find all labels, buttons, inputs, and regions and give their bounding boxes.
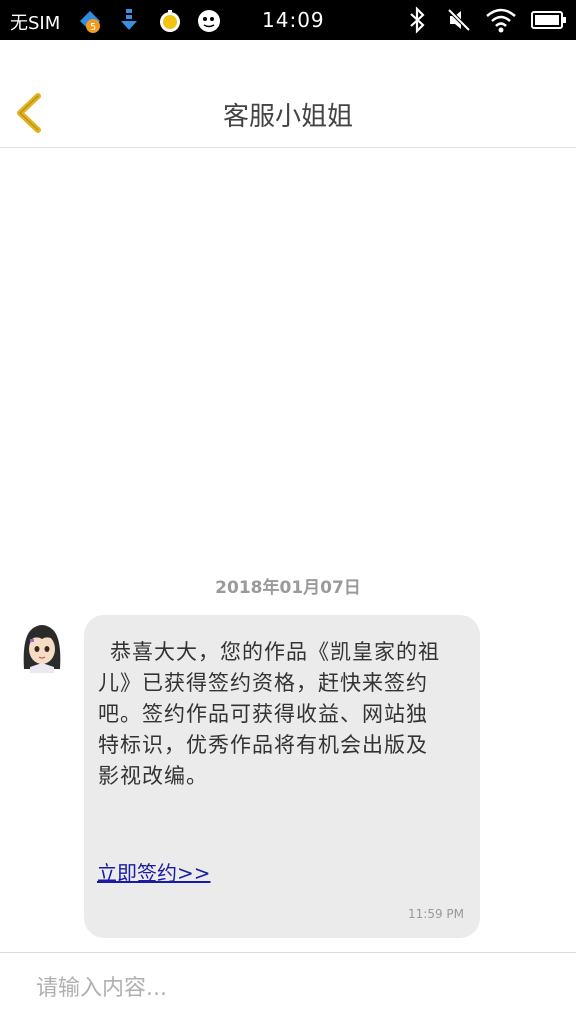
- sign-contract-link[interactable]: 立即签约>>: [97, 857, 211, 886]
- battery-icon: [530, 6, 568, 34]
- status-bar: 无SIM 5 14:09: [0, 0, 576, 40]
- wifi-icon: [484, 6, 516, 34]
- face-icon: [196, 7, 222, 33]
- page-title: 客服小姐姐: [222, 102, 353, 132]
- date-divider: 2018年01月07日: [215, 578, 361, 598]
- chat-header: 客服小姐姐: [0, 40, 576, 148]
- svg-text:5: 5: [90, 22, 96, 33]
- message-timestamp: 11:59 PM: [408, 907, 464, 921]
- emoji-bulb-icon: [156, 7, 182, 33]
- status-time: 14:09: [262, 8, 325, 32]
- download-icon: [118, 7, 144, 33]
- message-text: 恭喜大大，您的作品《凯皇家的祖儿》已获得签约资格，赶快来签约吧。签约作品可获得收…: [98, 640, 440, 788]
- input-bar: [0, 952, 576, 1024]
- message-bubble: 恭喜大大，您的作品《凯皇家的祖儿》已获得签约资格，赶快来签约吧。签约作品可获得收…: [84, 615, 480, 938]
- mute-icon: [446, 6, 474, 34]
- message-input[interactable]: [22, 965, 552, 1011]
- bluetooth-icon: [404, 6, 432, 34]
- carrier-label: 无SIM: [10, 13, 61, 34]
- avatar[interactable]: [18, 619, 66, 673]
- cloud-badge-icon: 5: [76, 7, 102, 33]
- chat-area[interactable]: 2018年01月07日 恭喜大大，您的作品《凯皇家的祖儿》已获得签约资格，赶快来…: [0, 149, 576, 952]
